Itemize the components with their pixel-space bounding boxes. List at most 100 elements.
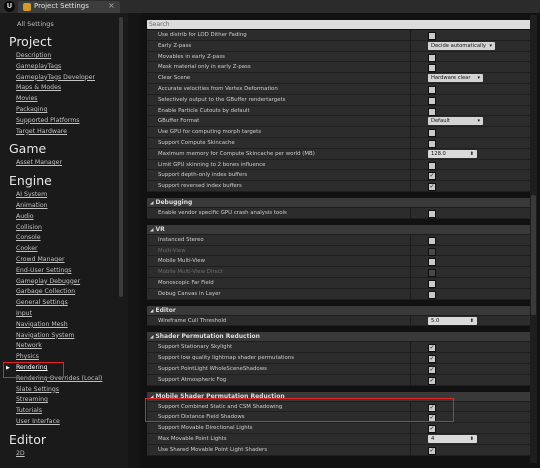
sidebar-item-streaming[interactable]: Streaming [0, 395, 119, 406]
sidebar-item-tutorials[interactable]: Tutorials [0, 406, 119, 417]
sidebar-item-user-interface[interactable]: User Interface [0, 417, 119, 428]
property-row-use-shared-movable-point-light-shaders: Use Shared Movable Point Light Shaders ✓ [147, 444, 533, 456]
section-header-shader-permutation-reduction[interactable]: ◢ Shader Permutation Reduction [147, 332, 533, 343]
sidebar-item-movies[interactable]: Movies [0, 94, 119, 105]
sidebar-item-label: Crowd Manager [16, 255, 65, 263]
unreal-logo-icon[interactable]: U [4, 1, 15, 12]
property-row-instanced-stereo: Instanced Stereo [147, 234, 533, 246]
sidebar-item-navigation-mesh[interactable]: Navigation Mesh [0, 320, 119, 331]
checkbox[interactable]: ✓ [428, 183, 436, 192]
sidebar-item-cooker[interactable]: Cooker [0, 244, 119, 255]
dropdown-select[interactable]: Decide automatically ▾ [428, 41, 495, 50]
checkbox[interactable] [428, 209, 436, 218]
dropdown-select[interactable]: Default ▾ [428, 117, 483, 126]
right-scrollbar[interactable] [530, 15, 537, 463]
sidebar-item-packaging[interactable]: Packaging [0, 105, 119, 116]
property-label: Accurate velocities from Vertex Deformat… [147, 83, 410, 94]
number-value: 128.0 [431, 150, 446, 157]
sidebar-item-input[interactable]: Input [0, 309, 119, 320]
property-label: Support Atmospheric Fog [147, 374, 410, 385]
search-placeholder: Search [149, 21, 170, 28]
sidebar-item-collision[interactable]: Collision [0, 223, 119, 234]
sidebar-item-maps-modes[interactable]: Maps & Modes [0, 83, 119, 94]
sidebar-item-garbage-collection[interactable]: Garbage Collection [0, 287, 119, 298]
sidebar-item-audio[interactable]: Audio [0, 212, 119, 223]
rendering-highlight-box [3, 362, 64, 378]
sidebar-item-gameplaytags[interactable]: GameplayTags [0, 62, 119, 73]
checkbox[interactable] [428, 107, 436, 116]
sidebar-item-label: Slate Settings [16, 385, 60, 393]
checkbox[interactable]: ✓ [428, 344, 436, 353]
sidebar-item-label: Physics [16, 353, 39, 361]
search-input[interactable]: Search [147, 20, 537, 29]
sidebar-item-crowd-manager[interactable]: Crowd Manager [0, 255, 119, 266]
checkbox[interactable] [428, 236, 436, 245]
checkbox[interactable] [428, 269, 436, 278]
left-scrollbar[interactable] [119, 17, 123, 297]
checkbox[interactable]: ✓ [428, 446, 436, 455]
section-title: Debugging [155, 198, 193, 206]
sidebar-item-general-settings[interactable]: General Settings [0, 298, 119, 309]
sidebar-item-2d[interactable]: 2D [0, 449, 119, 460]
checkbox[interactable]: ✓ [428, 172, 436, 181]
checkbox[interactable]: ✓ [428, 425, 436, 434]
property-value-cell: Hardware clear ▾ [410, 73, 533, 83]
scrollbar-thumb[interactable] [531, 195, 536, 315]
sidebar-item-console[interactable]: Console [0, 233, 119, 244]
sidebar-item-gameplaytags-developer[interactable]: GameplayTags Developer [0, 73, 119, 84]
property-label: Multi-View [147, 245, 410, 256]
sidebar-item-target-hardware[interactable]: Target Hardware [0, 127, 119, 138]
sidebar-item-description[interactable]: Description [0, 51, 119, 62]
expand-arrow-icon: ◢ [150, 227, 154, 233]
sidebar-item-slate-settings[interactable]: Slate Settings [0, 385, 119, 396]
sidebar-item-ai-system[interactable]: AI System [0, 190, 119, 201]
all-settings-link[interactable]: All Settings [17, 20, 54, 28]
property-row-support-stationary-skylight: Support Stationary Skylight ✓ [147, 342, 533, 354]
checkbox[interactable] [428, 161, 436, 170]
sidebar-item-asset-manager[interactable]: Asset Manager [0, 158, 119, 169]
sidebar-item-end-user-settings[interactable]: End-User Settings [0, 266, 119, 277]
sidebar-item-network[interactable]: Network [0, 341, 119, 352]
checkbox[interactable] [428, 290, 436, 299]
tab-project-settings[interactable]: Project Settings × [18, 1, 120, 13]
property-value-cell [410, 30, 533, 40]
checkbox[interactable]: ✓ [428, 365, 436, 374]
number-input[interactable]: 128.0 ⬍ [428, 149, 477, 158]
close-icon[interactable]: × [108, 1, 115, 10]
checkbox[interactable] [428, 258, 436, 267]
property-label: Support low quality lightmap shader perm… [147, 353, 410, 363]
sidebar-item-navigation-system[interactable]: Navigation System [0, 331, 119, 342]
property-value-cell: 4 ⬍ [410, 433, 533, 444]
sidebar-item-supported-platforms[interactable]: Supported Platforms [0, 116, 119, 127]
section-header-editor[interactable]: ◢ Editor [147, 305, 533, 316]
checkbox[interactable] [428, 247, 436, 256]
property-label: Use distrib for LOD Dither Fading [147, 30, 410, 40]
dropdown-select[interactable]: Hardware clear ▾ [428, 74, 483, 83]
checkbox[interactable]: ✓ [428, 355, 436, 364]
sidebar-item-label: Navigation Mesh [16, 320, 68, 328]
checkbox[interactable] [428, 85, 436, 94]
checkbox[interactable] [428, 129, 436, 138]
property-value-cell: ✓ [410, 374, 533, 385]
checkbox[interactable] [428, 32, 436, 40]
checkbox[interactable] [428, 279, 436, 288]
number-input[interactable]: 4 ⬍ [428, 434, 477, 443]
section-header-vr[interactable]: ◢ VR [147, 224, 533, 235]
sidebar-item-label: Gameplay Debugger [16, 277, 81, 285]
checkbox[interactable] [428, 139, 436, 148]
property-row-support-movable-directional-lights: Support Movable Directional Lights ✓ [147, 423, 533, 434]
sidebar-item-label: Console [16, 234, 41, 242]
property-row-clear-scene: Clear Scene Hardware clear ▾ [147, 73, 533, 84]
checkbox[interactable] [428, 53, 436, 62]
checkbox[interactable]: ✓ [428, 376, 436, 385]
sidebar-item-animation[interactable]: Animation [0, 201, 119, 212]
property-label: GBuffer Format [147, 116, 410, 127]
settings-tab-icon [23, 3, 31, 11]
property-value-cell [410, 277, 533, 288]
checkbox[interactable] [428, 96, 436, 105]
sidebar-item-gameplay-debugger[interactable]: Gameplay Debugger [0, 277, 119, 288]
property-label: Support PointLight WholeSceneShadows [147, 363, 410, 374]
number-input[interactable]: 5.0 ⬍ [428, 316, 477, 325]
checkbox[interactable] [428, 64, 436, 73]
section-header-debugging[interactable]: ◢ Debugging [147, 197, 533, 208]
